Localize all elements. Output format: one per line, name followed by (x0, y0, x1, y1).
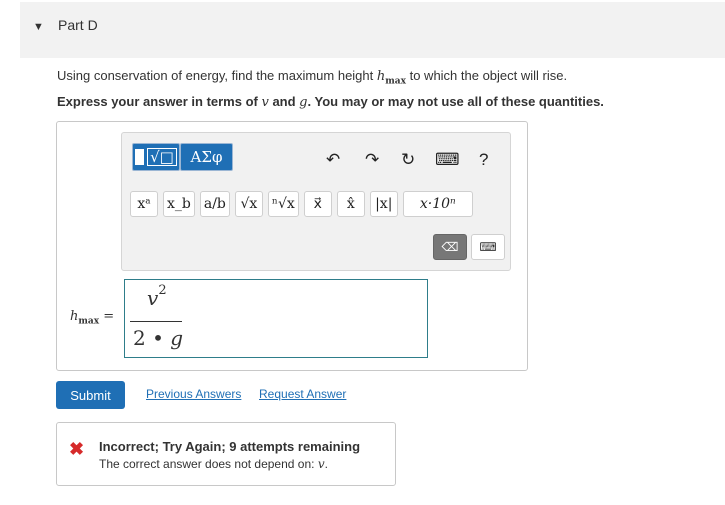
keyboard-toggle-icon: ⌨ (479, 240, 497, 254)
var-g: g (299, 95, 308, 110)
numerator-exponent: 2 (158, 283, 167, 299)
math-answer-input[interactable]: v2 2 • g (124, 279, 428, 358)
denominator-var: g (170, 326, 184, 350)
undo-icon[interactable]: ↶ (326, 150, 340, 170)
incorrect-x-icon: ✖ (69, 439, 85, 459)
part-header[interactable]: ▼ Part D (20, 2, 725, 58)
feedback-box: ✖ Incorrect; Try Again; 9 attempts remai… (56, 422, 396, 486)
feedback-detail-end: . (324, 457, 328, 471)
denominator-number: 2 (133, 326, 146, 350)
var-v: v (261, 95, 269, 110)
numerator-var: v (147, 286, 159, 310)
hmax-symbol-sub: max (385, 76, 406, 87)
feedback-detail-var: v (317, 457, 325, 471)
instruction-end: . You may or may not use all of these qu… (307, 94, 604, 109)
feedback-detail-text: The correct answer does not depend on: (99, 457, 318, 471)
templates-box-icon (135, 149, 145, 165)
nth-root-key[interactable]: ⁿ√x (267, 191, 299, 217)
templates-button[interactable]: √□ (132, 143, 180, 171)
submit-button[interactable]: Submit (56, 381, 125, 409)
scientific-notation-key[interactable]: x·10ⁿ (402, 191, 473, 217)
sqrt-icon: √□ (147, 148, 177, 166)
question-text-start: Using conservation of energy, find the m… (57, 68, 377, 83)
sqrt-key[interactable]: √x (234, 191, 263, 217)
denominator-operator: • (152, 326, 164, 350)
hmax-symbol: hmax (376, 69, 406, 87)
answer-label-sub: max (78, 316, 100, 327)
redo-icon[interactable]: ↷ (365, 150, 379, 170)
feedback-title: Incorrect; Try Again; 9 attempts remaini… (99, 439, 361, 454)
math-toolbar: √□ ΑΣφ ↶ ↷ ↻ ⌨ ? xᵃ x_b a/b √x ⁿ√x x⃗ x̂… (121, 132, 511, 271)
symbols-button[interactable]: ΑΣφ (180, 143, 233, 171)
keyboard-icon[interactable]: ⌨ (435, 150, 460, 170)
keyboard-toggle-button[interactable]: ⌨ (471, 234, 505, 260)
help-icon[interactable]: ? (479, 150, 488, 170)
part-title: Part D (58, 17, 98, 33)
answer-box: √□ ΑΣφ ↶ ↷ ↻ ⌨ ? xᵃ x_b a/b √x ⁿ√x x⃗ x̂… (56, 121, 528, 371)
question-text: Using conservation of energy, find the m… (57, 68, 567, 87)
subscript-key[interactable]: x_b (163, 191, 195, 217)
absolute-value-key[interactable]: |x| (369, 191, 398, 217)
hmax-symbol-h: h (376, 69, 386, 84)
fraction-denominator: 2 • g (133, 326, 183, 350)
previous-answers-link[interactable]: Previous Answers (146, 387, 241, 401)
delete-button[interactable]: ⌫ (433, 234, 467, 260)
vector-key[interactable]: x⃗ (303, 191, 332, 217)
collapse-caret-icon[interactable]: ▼ (33, 21, 44, 33)
template-keys: xᵃ x_b a/b √x ⁿ√x x⃗ x̂ |x| x·10ⁿ (130, 191, 473, 217)
instruction-mid: and (268, 94, 300, 109)
unit-vector-key[interactable]: x̂ (336, 191, 365, 217)
reset-icon[interactable]: ↻ (401, 150, 415, 170)
instruction-start: Express your answer in terms of (57, 94, 262, 109)
fraction-key[interactable]: a/b (199, 191, 230, 217)
backspace-icon: ⌫ (441, 240, 459, 254)
fraction-bar (130, 321, 182, 322)
question-text-end: to which the object will rise. (405, 68, 568, 83)
superscript-key[interactable]: xᵃ (130, 191, 158, 217)
feedback-detail: The correct answer does not depend on: v… (99, 457, 328, 471)
instruction-text: Express your answer in terms of v and g.… (57, 94, 604, 110)
fraction-numerator: v2 (147, 283, 167, 310)
answer-label-equals: = (103, 309, 115, 324)
answer-label: hmax = (70, 309, 114, 327)
request-answer-link[interactable]: Request Answer (259, 387, 346, 401)
